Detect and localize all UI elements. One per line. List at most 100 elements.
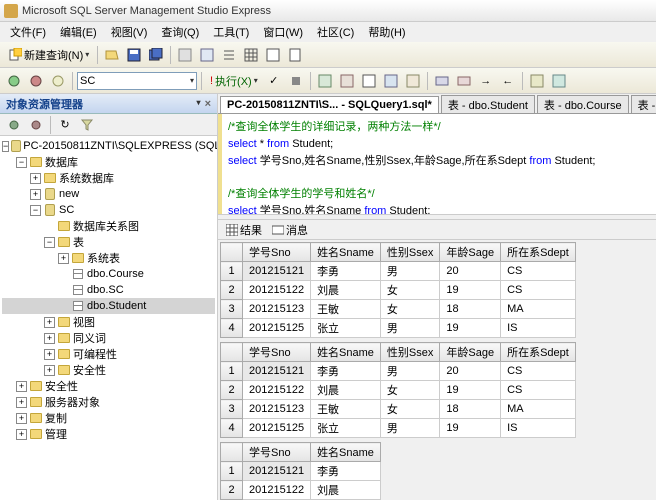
expand-icon[interactable]: + — [58, 253, 69, 264]
table-row[interactable]: 2201215122刘晨女19CS — [221, 381, 576, 400]
toolbox-button[interactable] — [175, 45, 195, 65]
cell[interactable]: 201215123 — [243, 400, 311, 419]
cell[interactable]: 李勇 — [311, 362, 381, 381]
expand-icon[interactable]: + — [30, 173, 41, 184]
cell[interactable]: 王敏 — [311, 300, 381, 319]
menu-window[interactable]: 窗口(W) — [257, 22, 309, 42]
disconnect-button[interactable] — [26, 115, 46, 135]
tab-query[interactable]: PC-20150811ZNTI\S... - SQLQuery1.sql* — [220, 96, 439, 114]
tree-systables[interactable]: +系统表 — [2, 250, 215, 266]
cell[interactable]: 18 — [440, 400, 501, 419]
properties-button[interactable] — [197, 45, 217, 65]
list-button[interactable] — [219, 45, 239, 65]
cell[interactable]: 张立 — [311, 419, 381, 438]
expand-icon[interactable]: + — [16, 397, 27, 408]
col-header[interactable]: 年龄Sage — [440, 243, 501, 262]
tree-synonyms[interactable]: +同义词 — [2, 330, 215, 346]
tree-management[interactable]: +管理 — [2, 426, 215, 442]
cell[interactable]: 20 — [440, 362, 501, 381]
col-header[interactable]: 学号Sno — [243, 243, 311, 262]
open-button[interactable] — [102, 45, 122, 65]
new-query-button[interactable]: 新建查询(N) ▾ — [4, 47, 93, 63]
results-file-button[interactable] — [403, 71, 423, 91]
expand-icon[interactable]: + — [44, 365, 55, 376]
col-header[interactable]: 学号Sno — [243, 343, 311, 362]
tree-views[interactable]: +视图 — [2, 314, 215, 330]
col-header[interactable]: 所在系Sdept — [501, 243, 576, 262]
cell[interactable]: 刘晨 — [311, 281, 381, 300]
tree-programmability[interactable]: +可编程性 — [2, 346, 215, 362]
outdent-button[interactable]: ← — [498, 71, 518, 91]
table-row[interactable]: 2201215122刘晨 — [221, 481, 381, 500]
cell[interactable]: 男 — [380, 362, 439, 381]
menu-query[interactable]: 查询(Q) — [155, 22, 205, 42]
cell[interactable]: 201215125 — [243, 419, 311, 438]
result-grid-3[interactable]: 学号Sno姓名Sname 1201215121李勇 2201215122刘晨 3… — [220, 442, 381, 500]
cell[interactable]: 201215122 — [243, 281, 311, 300]
cell[interactable]: IS — [501, 419, 576, 438]
table-row[interactable]: 1201215121李勇 — [221, 462, 381, 481]
tab-student[interactable]: 表 - dbo.Student — [441, 95, 535, 113]
tree-table-sc[interactable]: dbo.SC — [2, 282, 215, 298]
comment-button[interactable] — [432, 71, 452, 91]
cell[interactable]: MA — [501, 400, 576, 419]
expand-icon[interactable]: + — [44, 349, 55, 360]
col-header[interactable]: 学号Sno — [243, 443, 311, 462]
template-button[interactable] — [549, 71, 569, 91]
menu-community[interactable]: 社区(C) — [311, 22, 360, 42]
cell[interactable]: 201215121 — [243, 462, 311, 481]
cell[interactable]: 女 — [380, 281, 439, 300]
tree-db-sc[interactable]: −SC — [2, 202, 215, 218]
grid-button[interactable] — [241, 45, 261, 65]
cell[interactable]: 女 — [380, 300, 439, 319]
change-connection-button[interactable] — [48, 71, 68, 91]
expand-icon[interactable]: + — [44, 333, 55, 344]
cell[interactable]: 刘晨 — [311, 381, 381, 400]
cell[interactable]: 男 — [380, 419, 439, 438]
table-row[interactable]: 1201215121李勇男20CS — [221, 262, 576, 281]
cell[interactable]: 201215123 — [243, 300, 311, 319]
cell[interactable]: 王敏 — [311, 400, 381, 419]
refresh-button[interactable]: ↻ — [55, 115, 75, 135]
cell[interactable]: 201215122 — [243, 381, 311, 400]
expand-icon[interactable]: + — [30, 189, 41, 200]
filter-button[interactable] — [77, 115, 97, 135]
cell[interactable]: 李勇 — [311, 262, 381, 281]
save-button[interactable] — [124, 45, 144, 65]
col-header[interactable]: 性别Ssex — [380, 243, 439, 262]
cell[interactable]: CS — [501, 262, 576, 281]
specify-button[interactable] — [527, 71, 547, 91]
tab-sc[interactable]: 表 - dbo.SC — [631, 95, 656, 113]
tree-server-objects[interactable]: +服务器对象 — [2, 394, 215, 410]
expand-icon[interactable]: + — [44, 317, 55, 328]
doc-button[interactable] — [285, 45, 305, 65]
cell[interactable]: CS — [501, 381, 576, 400]
tree-db-security[interactable]: +安全性 — [2, 362, 215, 378]
tree-security[interactable]: +安全性 — [2, 378, 215, 394]
cell[interactable]: 19 — [440, 319, 501, 338]
results-grid-button[interactable] — [381, 71, 401, 91]
cell[interactable]: CS — [501, 281, 576, 300]
col-header[interactable]: 姓名Sname — [311, 443, 381, 462]
cell[interactable]: 李勇 — [311, 462, 381, 481]
tree-table-student[interactable]: dbo.Student — [2, 298, 215, 314]
tree-tables[interactable]: −表 — [2, 234, 215, 250]
result-grid-1[interactable]: 学号Sno姓名Sname性别Ssex年龄Sage所在系Sdept 1201215… — [220, 242, 576, 338]
cell[interactable]: 201215121 — [243, 362, 311, 381]
tree-databases[interactable]: −数据库 — [2, 154, 215, 170]
cell[interactable]: 女 — [380, 400, 439, 419]
results-text-button[interactable] — [359, 71, 379, 91]
cell[interactable]: 女 — [380, 381, 439, 400]
menu-view[interactable]: 视图(V) — [105, 22, 154, 42]
disconnect-button[interactable] — [26, 71, 46, 91]
connect-button[interactable] — [4, 115, 24, 135]
cell[interactable]: MA — [501, 300, 576, 319]
col-header[interactable]: 姓名Sname — [311, 343, 381, 362]
tree-diagrams[interactable]: 数据库关系图 — [2, 218, 215, 234]
table-row[interactable]: 2201215122刘晨女19CS — [221, 281, 576, 300]
tree-table-course[interactable]: dbo.Course — [2, 266, 215, 282]
table-row[interactable]: 1201215121李勇男20CS — [221, 362, 576, 381]
cell[interactable]: 张立 — [311, 319, 381, 338]
cell[interactable]: 19 — [440, 281, 501, 300]
text-button[interactable] — [263, 45, 283, 65]
